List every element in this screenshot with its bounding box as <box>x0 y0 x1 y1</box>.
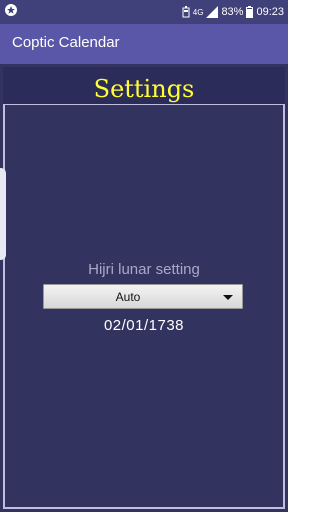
battery-saver-icon <box>182 6 190 18</box>
settings-panel: Settings Hijri lunar setting Auto 02/01/… <box>0 64 288 512</box>
network-type: 4G <box>192 7 204 17</box>
status-icons: 4G 83% 09:23 <box>182 4 284 20</box>
page-title: Settings <box>93 75 195 103</box>
status-bar: 4G 83% 09:23 <box>0 0 288 24</box>
clock: 09:23 <box>256 6 284 18</box>
dropdown-selected-value: Auto <box>115 290 141 304</box>
signal-icon <box>206 6 219 18</box>
app-bar: Coptic Calendar <box>0 24 288 64</box>
drawer-handle[interactable] <box>0 168 6 260</box>
hijri-setting-label: Hijri lunar setting <box>88 261 200 278</box>
chevron-down-icon <box>223 295 233 300</box>
app-title: Coptic Calendar <box>12 34 120 51</box>
app-notification-icon <box>5 4 17 16</box>
hijri-setting-dropdown[interactable]: Auto <box>43 284 243 309</box>
battery-percent: 83% <box>221 6 244 18</box>
battery-icon <box>246 6 254 18</box>
hijri-date: 02/01/1738 <box>103 317 185 334</box>
